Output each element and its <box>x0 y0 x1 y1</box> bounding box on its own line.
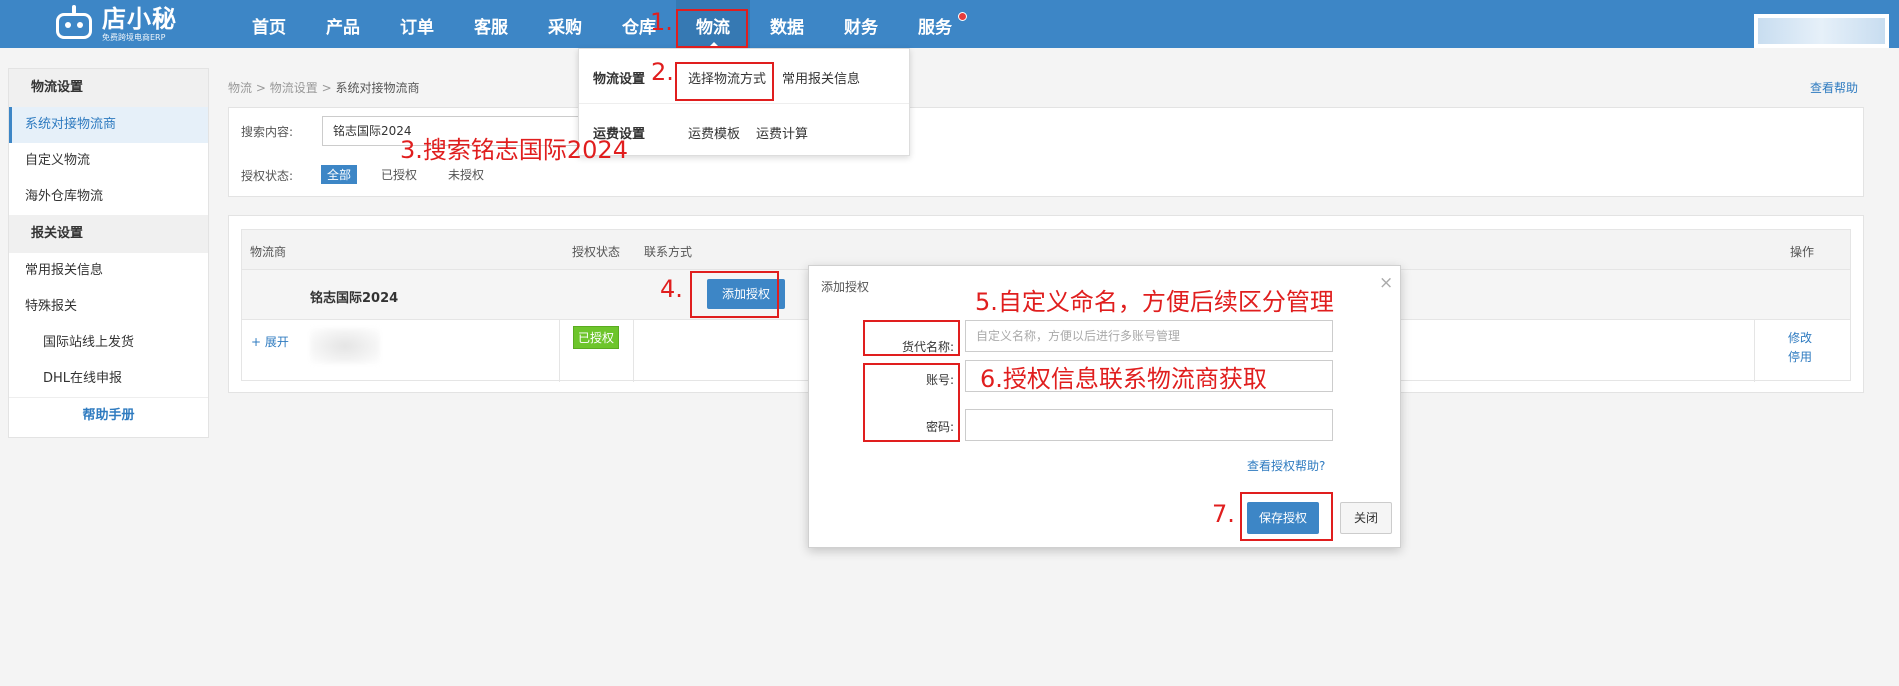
status-badge: 已授权 <box>573 326 620 349</box>
annotation-step-4: 4. <box>660 275 683 303</box>
nav-products[interactable]: 产品 <box>306 0 380 48</box>
annotation-step-6: 6.授权信息联系物流商获取 <box>980 365 1267 393</box>
header-actions: 操作 <box>1790 245 1815 259</box>
logo-name: 店小秘 <box>102 4 177 33</box>
filter-unauthorized[interactable]: 未授权 <box>442 165 490 184</box>
main-nav: 首页 产品 订单 客服 采购 仓库 物流 数据 财务 服务 <box>232 0 972 48</box>
notification-dot-icon <box>958 12 967 21</box>
sidebar-item-custom-logistics[interactable]: 自定义物流 <box>9 143 208 179</box>
disable-link[interactable]: 停用 <box>1788 348 1812 365</box>
nav-service[interactable]: 服务 <box>898 0 972 48</box>
nav-logistics[interactable]: 物流 <box>676 0 750 48</box>
dropdown-link-select-logistics[interactable]: 选择物流方式 <box>688 68 766 87</box>
sidebar-help-manual[interactable]: 帮助手册 <box>9 397 208 433</box>
sidebar-item-special-customs[interactable]: 特殊报关 <box>9 289 208 325</box>
sidebar-item-dhl-declare[interactable]: DHL在线申报 <box>9 361 208 397</box>
dropdown-link-freight-template[interactable]: 运费模板 <box>688 123 740 142</box>
sidebar-section-customs: 报关设置 <box>9 215 208 253</box>
header-auth-status: 授权状态 <box>572 245 621 259</box>
auth-status-label: 授权状态: <box>241 169 294 183</box>
annotation-step-3: 3.搜索铭志国际2024 <box>400 136 628 164</box>
filter-all[interactable]: 全部 <box>321 165 358 184</box>
nav-orders[interactable]: 订单 <box>380 0 454 48</box>
logo-subtitle: 免费跨境电商ERP <box>102 32 166 42</box>
edit-link[interactable]: 修改 <box>1788 329 1812 346</box>
dropdown-link-customs-info[interactable]: 常用报关信息 <box>782 68 860 87</box>
sidebar-item-intl-shipping[interactable]: 国际站线上发货 <box>9 325 208 361</box>
dropdown-link-freight-calc[interactable]: 运费计算 <box>756 123 808 142</box>
sidebar-item-customs-info[interactable]: 常用报关信息 <box>9 253 208 289</box>
view-auth-help-link[interactable]: 查看授权帮助? <box>1247 457 1325 474</box>
breadcrumb-logistics[interactable]: 物流 <box>228 81 252 95</box>
carrier-group-name: 铭志国际2024 <box>310 291 399 306</box>
dropdown-arrow-icon <box>708 42 720 48</box>
annotation-step-7: 7. <box>1212 500 1235 528</box>
annotation-step-1: 1. <box>650 8 673 36</box>
search-label: 搜索内容: <box>241 125 294 139</box>
user-account-box[interactable] <box>1754 14 1889 48</box>
breadcrumb-separator: > <box>255 81 266 95</box>
close-icon[interactable]: × <box>1379 273 1393 293</box>
nav-data[interactable]: 数据 <box>750 0 824 48</box>
breadcrumb-separator: > <box>321 81 332 95</box>
nav-finance[interactable]: 财务 <box>824 0 898 48</box>
robot-logo-icon <box>52 5 96 43</box>
save-auth-button[interactable]: 保存授权 <box>1247 502 1319 534</box>
password-label: 密码: <box>925 420 954 434</box>
dropdown-row-logistics-settings: 物流设置 选择物流方式 常用报关信息 <box>593 67 876 87</box>
sidebar-item-system-carriers[interactable]: 系统对接物流商 <box>9 107 208 143</box>
blurred-account-image <box>310 328 380 364</box>
breadcrumb-logistics-settings[interactable]: 物流设置 <box>270 81 318 95</box>
forwarder-name-input[interactable]: 自定义名称，方便以后进行多账号管理 <box>965 320 1333 352</box>
close-modal-button[interactable]: 关闭 <box>1340 502 1392 534</box>
nav-home[interactable]: 首页 <box>232 0 306 48</box>
expand-link[interactable]: + 展开 <box>251 333 289 350</box>
filter-authorized[interactable]: 已授权 <box>375 165 423 184</box>
annotation-step-5: 5.自定义命名，方便后续区分管理 <box>975 288 1334 316</box>
table-header: 物流商 授权状态 联系方式 操作 <box>242 230 1850 270</box>
sidebar-section-logistics: 物流设置 <box>9 69 208 107</box>
header-contact: 联系方式 <box>644 245 693 259</box>
annotation-step-2: 2. <box>651 58 674 86</box>
add-auth-button[interactable]: 添加授权 <box>707 279 785 309</box>
top-navbar: 店小秘 免费跨境电商ERP 首页 产品 订单 客服 采购 仓库 物流 数据 财务… <box>0 0 1899 48</box>
nav-customer-service[interactable]: 客服 <box>454 0 528 48</box>
modal-title: 添加授权 <box>821 280 870 294</box>
sidebar-item-overseas-warehouse[interactable]: 海外仓库物流 <box>9 179 208 215</box>
app-logo[interactable]: 店小秘 免费跨境电商ERP <box>52 2 177 46</box>
sidebar: 物流设置 系统对接物流商 自定义物流 海外仓库物流 报关设置 常用报关信息 特殊… <box>8 68 209 438</box>
view-help-link[interactable]: 查看帮助 <box>1810 79 1858 96</box>
header-carrier: 物流商 <box>250 245 287 259</box>
nav-purchase[interactable]: 采购 <box>528 0 602 48</box>
breadcrumb-current: 系统对接物流商 <box>335 81 420 95</box>
forwarder-name-label: 货代名称: <box>901 340 954 354</box>
account-label: 账号: <box>925 373 954 387</box>
breadcrumb: 物流 > 物流设置 > 系统对接物流商 <box>228 79 419 96</box>
password-input[interactable] <box>965 409 1333 441</box>
